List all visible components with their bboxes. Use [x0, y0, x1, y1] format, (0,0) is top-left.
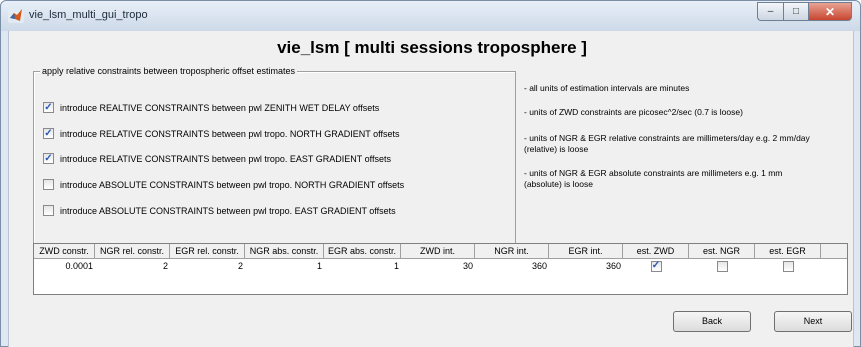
window-controls: – □ ✕: [757, 2, 852, 22]
check-mark-icon: ✓: [44, 152, 53, 164]
check-mark-icon: ✓: [44, 127, 53, 139]
checkbox[interactable]: ✓: [43, 128, 54, 139]
table-cell-ngr-rel[interactable]: 2: [95, 259, 170, 273]
column-header[interactable]: NGR int.: [475, 244, 549, 258]
next-button[interactable]: Next: [774, 311, 852, 332]
table-cell-egr-rel[interactable]: 2: [170, 259, 245, 273]
info-note: - units of NGR & EGR relative constraint…: [524, 133, 810, 154]
client-area: vie_lsm [ multi sessions troposphere ] a…: [8, 31, 854, 347]
column-header[interactable]: est. ZWD: [623, 244, 689, 258]
application-window: vie_lsm_multi_gui_tropo – □ ✕ vie_lsm [ …: [0, 0, 861, 347]
est-egr-checkbox[interactable]: [782, 260, 794, 272]
est-ngr-checkbox[interactable]: [716, 260, 728, 272]
option-label: introduce ABSOLUTE CONSTRAINTS between p…: [60, 205, 396, 216]
table-cell-zwd-constr[interactable]: 0.0001: [34, 259, 95, 273]
table-cell-zwd-int[interactable]: 30: [401, 259, 475, 273]
info-note: - units of ZWD constraints are picosec^2…: [524, 107, 743, 117]
column-header[interactable]: NGR abs. constr.: [245, 244, 324, 258]
table-cell-egr-int[interactable]: 360: [549, 259, 623, 273]
table-cell-ngr-int[interactable]: 360: [475, 259, 549, 273]
column-header[interactable]: EGR abs. constr.: [324, 244, 401, 258]
table-cell-est-zwd[interactable]: ✓: [623, 259, 689, 273]
table-cell-est-egr[interactable]: [755, 259, 821, 273]
column-header[interactable]: NGR rel. constr.: [95, 244, 170, 258]
column-header[interactable]: EGR rel. constr.: [170, 244, 245, 258]
column-header[interactable]: ZWD int.: [401, 244, 475, 258]
table-row: 0.0001 2 2 1 1 30 360 360 ✓: [34, 259, 847, 273]
matlab-icon: [8, 7, 24, 23]
close-button[interactable]: ✕: [808, 2, 852, 21]
title-bar[interactable]: vie_lsm_multi_gui_tropo – □ ✕: [1, 1, 860, 31]
column-header[interactable]: ZWD constr.: [34, 244, 95, 258]
option-label: introduce ABSOLUTE CONSTRAINTS between p…: [60, 179, 405, 190]
option-label: introduce RELATIVE CONSTRAINTS between p…: [60, 128, 400, 139]
group-title: apply relative constraints between tropo…: [40, 66, 297, 76]
est-zwd-checkbox[interactable]: ✓: [650, 260, 662, 272]
table-cell-est-ngr[interactable]: [689, 259, 755, 273]
minimize-button[interactable]: –: [757, 2, 783, 21]
checkbox[interactable]: ✓: [43, 153, 54, 164]
back-button[interactable]: Back: [673, 311, 751, 332]
table-cell-ngr-abs[interactable]: 1: [245, 259, 324, 273]
option-relative-ngr[interactable]: ✓ introduce RELATIVE CONSTRAINTS between…: [43, 128, 399, 139]
maximize-button[interactable]: □: [783, 2, 808, 21]
checkbox[interactable]: [43, 179, 54, 190]
column-header[interactable]: est. EGR: [755, 244, 821, 258]
checkbox[interactable]: [43, 205, 54, 216]
column-header[interactable]: EGR int.: [549, 244, 623, 258]
info-note: - units of NGR & EGR absolute constraint…: [524, 168, 783, 189]
option-relative-egr[interactable]: ✓ introduce RELATIVE CONSTRAINTS between…: [43, 153, 391, 164]
constraints-group: apply relative constraints between tropo…: [33, 66, 516, 259]
page-title: vie_lsm [ multi sessions troposphere ]: [277, 38, 587, 57]
checkbox[interactable]: ✓: [43, 102, 54, 113]
column-header[interactable]: est. NGR: [689, 244, 755, 258]
option-absolute-egr[interactable]: introduce ABSOLUTE CONSTRAINTS between p…: [43, 205, 396, 216]
parameters-table: ZWD constr. NGR rel. constr. EGR rel. co…: [33, 243, 848, 295]
check-mark-icon: ✓: [651, 260, 661, 271]
window-title: vie_lsm_multi_gui_tropo: [29, 9, 148, 21]
table-header: ZWD constr. NGR rel. constr. EGR rel. co…: [34, 244, 847, 259]
option-label: introduce RELATIVE CONSTRAINTS between p…: [60, 153, 391, 164]
check-mark-icon: ✓: [44, 101, 53, 113]
table-cell-egr-abs[interactable]: 1: [324, 259, 401, 273]
option-label: introduce REALTIVE CONSTRAINTS between p…: [60, 102, 380, 113]
info-note: - all units of estimation intervals are …: [524, 83, 690, 93]
option-absolute-ngr[interactable]: introduce ABSOLUTE CONSTRAINTS between p…: [43, 179, 404, 190]
option-relative-zwd[interactable]: ✓ introduce REALTIVE CONSTRAINTS between…: [43, 102, 379, 113]
